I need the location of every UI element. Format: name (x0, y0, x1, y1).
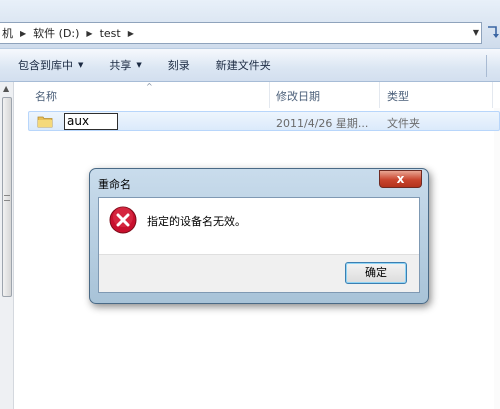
vertical-scrollbar[interactable]: ▲ (0, 82, 14, 409)
rename-input[interactable]: aux (64, 113, 118, 130)
ok-button[interactable]: 确定 (345, 262, 407, 284)
column-divider[interactable] (379, 82, 380, 108)
close-button[interactable]: x (379, 170, 422, 188)
refresh-icon[interactable] (484, 24, 500, 42)
breadcrumb-drive-d[interactable]: 软件 (D:) (33, 25, 79, 41)
share-label: 共享 (109, 59, 132, 72)
scrollbar-thumb[interactable] (2, 97, 12, 297)
error-icon (109, 206, 137, 234)
toolbar-edge (486, 55, 500, 77)
file-type: 文件夹 (387, 117, 420, 130)
dialog-title: 重命名 (98, 178, 131, 191)
grip-icon (4, 195, 10, 201)
include-in-library-label: 包含到库中 (18, 59, 73, 72)
chevron-down-icon: ▼ (136, 61, 142, 69)
column-divider[interactable] (269, 82, 270, 108)
list-item[interactable]: aux 2011/4/26 星期... 文件夹 (28, 111, 500, 131)
column-type[interactable]: 类型 (387, 88, 409, 104)
chevron-right-icon[interactable]: ▶ (20, 29, 26, 38)
share-button[interactable]: 共享 ▼ (109, 57, 141, 73)
column-modified[interactable]: 修改日期 (276, 88, 320, 104)
new-folder-button[interactable]: 新建文件夹 (216, 57, 271, 73)
address-bar-area: 机 ▶ 软件 (D:) ▶ test ▶ ▼ (0, 0, 500, 48)
column-header-row: ^ 名称 修改日期 类型 (14, 82, 500, 108)
folder-icon (37, 116, 53, 128)
breadcrumb-computer[interactable]: 机 (2, 25, 13, 41)
error-message: 指定的设备名无效。 (147, 215, 246, 228)
column-divider[interactable] (492, 82, 493, 108)
chevron-down-icon: ▼ (78, 61, 84, 69)
include-in-library-button[interactable]: 包含到库中 ▼ (18, 57, 83, 73)
chevron-right-icon[interactable]: ▶ (128, 29, 134, 38)
address-dropdown-icon[interactable]: ▼ (473, 28, 479, 37)
sort-ascending-icon: ^ (146, 82, 153, 91)
dialog-body: 指定的设备名无效。 确定 (98, 197, 420, 293)
rename-error-dialog: 重命名 x 指定的设备名无效。 确定 (89, 168, 429, 304)
column-name[interactable]: 名称 (35, 88, 57, 104)
breadcrumb-test[interactable]: test (100, 27, 121, 40)
file-modified-date: 2011/4/26 星期... (276, 117, 369, 130)
chevron-right-icon[interactable]: ▶ (86, 29, 92, 38)
close-icon: x (396, 172, 405, 186)
burn-button[interactable]: 刻录 (168, 57, 190, 73)
command-bar: 包含到库中 ▼ 共享 ▼ 刻录 新建文件夹 (0, 48, 500, 82)
dialog-footer: 确定 (99, 254, 419, 292)
address-field[interactable]: 机 ▶ 软件 (D:) ▶ test ▶ ▼ (0, 22, 482, 44)
scroll-up-icon[interactable]: ▲ (3, 84, 9, 93)
